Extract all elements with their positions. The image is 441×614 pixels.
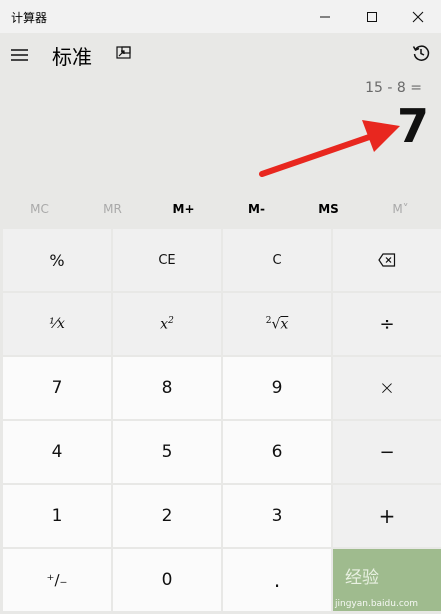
backspace-icon bbox=[378, 253, 396, 267]
digit-1-label: 1 bbox=[51, 506, 63, 526]
digit-7-button[interactable]: 7 bbox=[3, 357, 111, 419]
memory-store-button[interactable]: MS bbox=[292, 192, 365, 226]
memory-subtract-button[interactable]: M- bbox=[220, 192, 293, 226]
digit-6-button[interactable]: 6 bbox=[223, 421, 331, 483]
reciprocal-label: ¹⁄x bbox=[49, 316, 65, 332]
negate-label: ⁺∕₋ bbox=[46, 571, 68, 589]
equals-button[interactable]: 经验 jingyan.baidu.com bbox=[333, 549, 441, 611]
digit-3-button[interactable]: 3 bbox=[223, 485, 331, 547]
close-button[interactable] bbox=[395, 0, 441, 33]
digit-4-button[interactable]: 4 bbox=[3, 421, 111, 483]
close-icon bbox=[412, 11, 424, 22]
multiply-label: × bbox=[379, 377, 395, 399]
header-bar: 标准 bbox=[0, 33, 441, 77]
square-root-label: 2√x bbox=[266, 316, 289, 333]
digit-8-button[interactable]: 8 bbox=[113, 357, 221, 419]
reciprocal-button[interactable]: ¹⁄x bbox=[3, 293, 111, 355]
digit-9-button[interactable]: 9 bbox=[223, 357, 331, 419]
negate-button[interactable]: ⁺∕₋ bbox=[3, 549, 111, 611]
maximize-icon bbox=[367, 11, 377, 22]
clear-label: C bbox=[272, 252, 282, 268]
percent-button[interactable]: % bbox=[3, 229, 111, 291]
title-bar: 计算器 bbox=[0, 0, 441, 33]
memory-add-button[interactable]: M+ bbox=[147, 192, 220, 226]
memory-row: MC MR M+ M- MS M˅ bbox=[0, 192, 441, 226]
square-exponent: 2 bbox=[168, 315, 174, 326]
digit-7-label: 7 bbox=[51, 378, 63, 398]
memory-clear-button[interactable]: MC bbox=[3, 192, 76, 226]
add-button[interactable]: + bbox=[333, 485, 441, 547]
digit-0-button[interactable]: 0 bbox=[113, 549, 221, 611]
square-base: x bbox=[160, 316, 169, 333]
red-arrow-annotation bbox=[259, 120, 400, 177]
watermark-url: jingyan.baidu.com bbox=[335, 599, 419, 609]
divide-label: ÷ bbox=[379, 313, 395, 335]
clear-entry-label: CE bbox=[158, 252, 176, 268]
clear-entry-button[interactable]: CE bbox=[113, 229, 221, 291]
square-label: x2 bbox=[160, 316, 174, 333]
digit-9-label: 9 bbox=[271, 378, 283, 398]
square-button[interactable]: x2 bbox=[113, 293, 221, 355]
memory-recall-button[interactable]: MR bbox=[76, 192, 149, 226]
multiply-button[interactable]: × bbox=[333, 357, 441, 419]
clear-button[interactable]: C bbox=[223, 229, 331, 291]
backspace-button[interactable] bbox=[333, 229, 441, 291]
minimize-icon bbox=[320, 16, 330, 17]
keep-on-top-icon[interactable] bbox=[115, 44, 133, 62]
expression-display: 15 - 8 = bbox=[365, 80, 422, 96]
digit-0-label: 0 bbox=[161, 570, 173, 590]
history-icon[interactable] bbox=[411, 43, 431, 63]
digit-5-button[interactable]: 5 bbox=[113, 421, 221, 483]
digit-2-label: 2 bbox=[161, 506, 173, 526]
digit-4-label: 4 bbox=[51, 442, 63, 462]
digit-2-button[interactable]: 2 bbox=[113, 485, 221, 547]
watermark-text: 经验 bbox=[345, 568, 379, 588]
subtract-label: − bbox=[379, 441, 395, 463]
memory-list-button[interactable]: M˅ bbox=[364, 192, 437, 226]
subtract-button[interactable]: − bbox=[333, 421, 441, 483]
root-radicand: x bbox=[280, 316, 289, 333]
keypad: % CE C ¹⁄x x2 2√x ÷ 7 8 9 × 4 5 6 − 1 2 … bbox=[3, 229, 441, 614]
digit-3-label: 3 bbox=[271, 506, 283, 526]
digit-6-label: 6 bbox=[271, 442, 283, 462]
digit-1-button[interactable]: 1 bbox=[3, 485, 111, 547]
hamburger-menu-icon[interactable] bbox=[10, 45, 30, 65]
decimal-button[interactable]: . bbox=[223, 549, 331, 611]
percent-label: % bbox=[49, 250, 65, 270]
app-title: 计算器 bbox=[11, 11, 48, 25]
divide-button[interactable]: ÷ bbox=[333, 293, 441, 355]
decimal-label: . bbox=[273, 568, 281, 592]
maximize-button[interactable] bbox=[349, 0, 395, 33]
add-label: + bbox=[378, 504, 396, 528]
digit-8-label: 8 bbox=[161, 378, 173, 398]
minimize-button[interactable] bbox=[302, 0, 348, 33]
digit-5-label: 5 bbox=[161, 442, 173, 462]
square-root-button[interactable]: 2√x bbox=[223, 293, 331, 355]
mode-title: 标准 bbox=[52, 45, 92, 69]
